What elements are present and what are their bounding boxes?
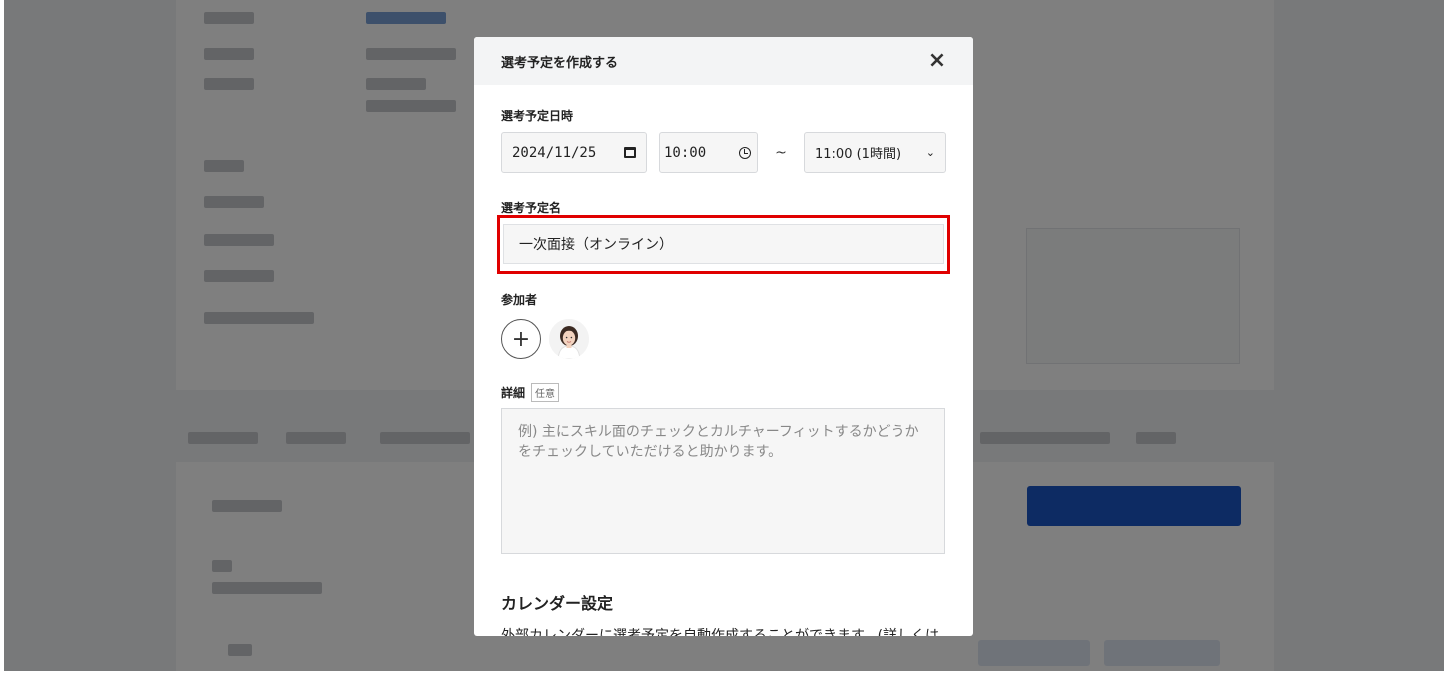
schedule-name-input[interactable]: 一次面接（オンライン） [503, 224, 944, 264]
schedule-name-label: 選考予定名 [501, 201, 562, 215]
add-participant-button[interactable]: + [501, 319, 541, 359]
date-value: 2024/11/25 [512, 144, 597, 161]
detail-textarea[interactable]: 例) 主にスキル面のチェックとカルチャーフィットするかどうかをチェックしていただ… [501, 408, 945, 554]
calendar-settings-description: 外部カレンダーに選考予定を自動作成することができます。(詳しくは [501, 628, 940, 636]
avatar[interactable] [549, 319, 589, 359]
end-time-value: 11:00 (1時間) [815, 147, 902, 162]
start-time-value: 10:00 [664, 144, 707, 161]
modal-title: 選考予定を作成する [501, 55, 619, 71]
optional-badge: 任意 [531, 383, 560, 402]
date-input[interactable]: 2024/11/25 [501, 132, 647, 173]
plus-icon: + [511, 326, 531, 352]
detail-placeholder: 例) 主にスキル面のチェックとカルチャーフィットするかどうかをチェックしていただ… [518, 424, 919, 460]
clock-icon[interactable] [739, 146, 751, 159]
chevron-down-icon: ⌄ [925, 146, 935, 159]
calendar-settings-title: カレンダー設定 [501, 594, 614, 613]
calendar-icon[interactable] [624, 147, 636, 158]
schedule-name-value: 一次面接（オンライン） [519, 237, 673, 253]
person-avatar-icon [549, 319, 589, 359]
create-schedule-modal: 選考予定を作成する × 選考予定日時 2024/11/25 10:00 ~ 11… [474, 37, 973, 636]
start-time-input[interactable]: 10:00 [659, 132, 758, 173]
schedule-datetime-row: 2024/11/25 10:00 ~ 11:00 (1時間) ⌄ [501, 132, 946, 173]
modal-header: 選考予定を作成する × [474, 37, 973, 85]
end-time-select[interactable]: 11:00 (1時間) ⌄ [804, 132, 946, 173]
time-range-separator: ~ [775, 144, 787, 161]
schedule-datetime-label: 選考予定日時 [501, 109, 574, 123]
participants-label: 参加者 [501, 293, 538, 307]
detail-label-row: 詳細 任意 [501, 383, 560, 402]
detail-label: 詳細 [501, 386, 526, 400]
close-icon[interactable]: × [926, 50, 948, 72]
